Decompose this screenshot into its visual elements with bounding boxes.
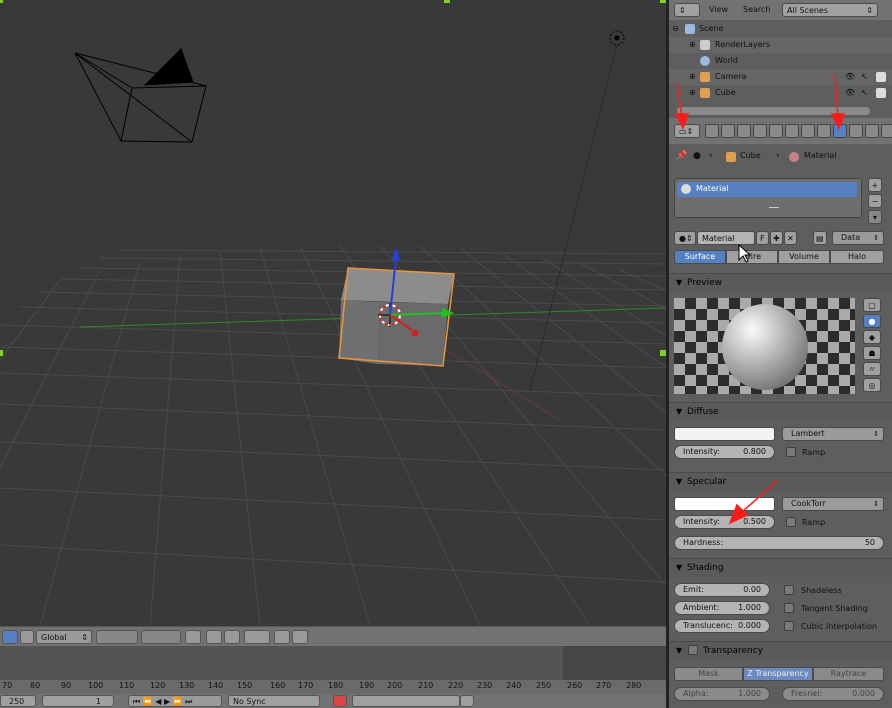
mouse-cursor-icon <box>738 244 752 263</box>
annotation-arrows <box>674 73 846 525</box>
